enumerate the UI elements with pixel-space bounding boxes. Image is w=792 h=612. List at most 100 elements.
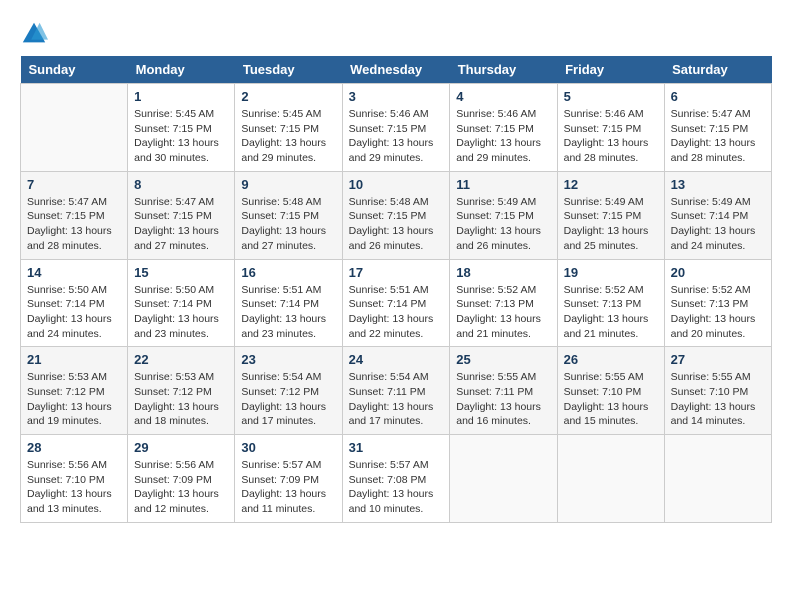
daylight-text: Daylight: 13 hours and 19 minutes. — [27, 400, 121, 429]
day-number: 9 — [241, 177, 335, 192]
sunset-text: Sunset: 7:11 PM — [456, 385, 550, 400]
sunrise-text: Sunrise: 5:50 AM — [134, 283, 228, 298]
sunset-text: Sunset: 7:14 PM — [27, 297, 121, 312]
calendar-cell: 13Sunrise: 5:49 AMSunset: 7:14 PMDayligh… — [664, 171, 771, 259]
day-number: 13 — [671, 177, 765, 192]
sunrise-text: Sunrise: 5:53 AM — [27, 370, 121, 385]
calendar-cell: 29Sunrise: 5:56 AMSunset: 7:09 PMDayligh… — [128, 435, 235, 523]
day-number: 16 — [241, 265, 335, 280]
calendar-cell: 1Sunrise: 5:45 AMSunset: 7:15 PMDaylight… — [128, 84, 235, 172]
calendar-table: SundayMondayTuesdayWednesdayThursdayFrid… — [20, 56, 772, 523]
sunrise-text: Sunrise: 5:47 AM — [27, 195, 121, 210]
sunset-text: Sunset: 7:15 PM — [456, 122, 550, 137]
day-info: Sunrise: 5:51 AMSunset: 7:14 PMDaylight:… — [349, 283, 444, 342]
sunset-text: Sunset: 7:14 PM — [671, 209, 765, 224]
calendar-cell: 7 Sunrise: 5:47 AMSunset: 7:15 PMDaylight… — [21, 171, 128, 259]
day-number: 12 — [564, 177, 658, 192]
calendar-cell: 19Sunrise: 5:52 AMSunset: 7:13 PMDayligh… — [557, 259, 664, 347]
sunset-text: Sunset: 7:12 PM — [241, 385, 335, 400]
daylight-text: Daylight: 13 hours and 14 minutes. — [671, 400, 765, 429]
sunset-text: Sunset: 7:15 PM — [671, 122, 765, 137]
day-info: Sunrise: 5:50 AMSunset: 7:14 PMDaylight:… — [27, 283, 121, 342]
calendar-cell: 14Sunrise: 5:50 AMSunset: 7:14 PMDayligh… — [21, 259, 128, 347]
daylight-text: Daylight: 13 hours and 29 minutes. — [349, 136, 444, 165]
day-number: 6 — [671, 89, 765, 104]
sunrise-text: Sunrise: 5:55 AM — [671, 370, 765, 385]
day-number: 22 — [134, 352, 228, 367]
calendar-cell: 30Sunrise: 5:57 AMSunset: 7:09 PMDayligh… — [235, 435, 342, 523]
day-info: Sunrise: 5:47 AMSunset: 7:15 PMDaylight:… — [27, 195, 121, 254]
sunset-text: Sunset: 7:13 PM — [671, 297, 765, 312]
daylight-text: Daylight: 13 hours and 30 minutes. — [134, 136, 228, 165]
sunset-text: Sunset: 7:08 PM — [349, 473, 444, 488]
calendar-cell: 17Sunrise: 5:51 AMSunset: 7:14 PMDayligh… — [342, 259, 450, 347]
sunset-text: Sunset: 7:12 PM — [27, 385, 121, 400]
sunrise-text: Sunrise: 5:48 AM — [241, 195, 335, 210]
day-info: Sunrise: 5:47 AMSunset: 7:15 PMDaylight:… — [671, 107, 765, 166]
sunrise-text: Sunrise: 5:49 AM — [564, 195, 658, 210]
day-info: Sunrise: 5:57 AMSunset: 7:09 PMDaylight:… — [241, 458, 335, 517]
day-info: Sunrise: 5:45 AMSunset: 7:15 PMDaylight:… — [134, 107, 228, 166]
sunrise-text: Sunrise: 5:47 AM — [134, 195, 228, 210]
day-info: Sunrise: 5:48 AMSunset: 7:15 PMDaylight:… — [241, 195, 335, 254]
calendar-cell — [664, 435, 771, 523]
daylight-text: Daylight: 13 hours and 21 minutes. — [564, 312, 658, 341]
weekday-header-sunday: Sunday — [21, 56, 128, 84]
day-info: Sunrise: 5:46 AMSunset: 7:15 PMDaylight:… — [564, 107, 658, 166]
day-number: 27 — [671, 352, 765, 367]
day-number: 26 — [564, 352, 658, 367]
weekday-header-wednesday: Wednesday — [342, 56, 450, 84]
day-info: Sunrise: 5:57 AMSunset: 7:08 PMDaylight:… — [349, 458, 444, 517]
sunrise-text: Sunrise: 5:54 AM — [349, 370, 444, 385]
day-info: Sunrise: 5:46 AMSunset: 7:15 PMDaylight:… — [456, 107, 550, 166]
day-number: 28 — [27, 440, 121, 455]
day-number: 7 — [27, 177, 121, 192]
calendar-cell: 18Sunrise: 5:52 AMSunset: 7:13 PMDayligh… — [450, 259, 557, 347]
day-number: 5 — [564, 89, 658, 104]
daylight-text: Daylight: 13 hours and 29 minutes. — [241, 136, 335, 165]
calendar-cell: 12Sunrise: 5:49 AMSunset: 7:15 PMDayligh… — [557, 171, 664, 259]
sunrise-text: Sunrise: 5:46 AM — [564, 107, 658, 122]
calendar-cell: 27Sunrise: 5:55 AMSunset: 7:10 PMDayligh… — [664, 347, 771, 435]
sunrise-text: Sunrise: 5:56 AM — [134, 458, 228, 473]
day-number: 11 — [456, 177, 550, 192]
daylight-text: Daylight: 13 hours and 16 minutes. — [456, 400, 550, 429]
sunrise-text: Sunrise: 5:50 AM — [27, 283, 121, 298]
day-info: Sunrise: 5:56 AMSunset: 7:10 PMDaylight:… — [27, 458, 121, 517]
sunrise-text: Sunrise: 5:52 AM — [671, 283, 765, 298]
week-row-5: 28 Sunrise: 5:56 AMSunset: 7:10 PMDayligh… — [21, 435, 772, 523]
logo-icon — [20, 20, 48, 48]
day-info: Sunrise: 5:50 AMSunset: 7:14 PMDaylight:… — [134, 283, 228, 342]
sunset-text: Sunset: 7:15 PM — [134, 209, 228, 224]
day-number: 20 — [671, 265, 765, 280]
sunset-text: Sunset: 7:15 PM — [134, 122, 228, 137]
day-info: Sunrise: 5:52 AMSunset: 7:13 PMDaylight:… — [671, 283, 765, 342]
day-number: 4 — [456, 89, 550, 104]
calendar-cell — [557, 435, 664, 523]
day-number: 23 — [241, 352, 335, 367]
day-info: Sunrise: 5:45 AMSunset: 7:15 PMDaylight:… — [241, 107, 335, 166]
day-number: 3 — [349, 89, 444, 104]
sunrise-text: Sunrise: 5:56 AM — [27, 458, 121, 473]
day-number: 21 — [27, 352, 121, 367]
sunset-text: Sunset: 7:15 PM — [564, 122, 658, 137]
sunrise-text: Sunrise: 5:45 AM — [134, 107, 228, 122]
sunrise-text: Sunrise: 5:51 AM — [241, 283, 335, 298]
week-row-1: 1Sunrise: 5:45 AMSunset: 7:15 PMDaylight… — [21, 84, 772, 172]
daylight-text: Daylight: 13 hours and 13 minutes. — [27, 487, 121, 516]
day-info: Sunrise: 5:47 AMSunset: 7:15 PMDaylight:… — [134, 195, 228, 254]
week-row-2: 7 Sunrise: 5:47 AMSunset: 7:15 PMDaylight… — [21, 171, 772, 259]
calendar-cell: 4 Sunrise: 5:46 AMSunset: 7:15 PMDaylight… — [450, 84, 557, 172]
calendar-cell: 2 Sunrise: 5:45 AMSunset: 7:15 PMDaylight… — [235, 84, 342, 172]
sunrise-text: Sunrise: 5:49 AM — [456, 195, 550, 210]
sunrise-text: Sunrise: 5:51 AM — [349, 283, 444, 298]
sunrise-text: Sunrise: 5:48 AM — [349, 195, 444, 210]
day-number: 29 — [134, 440, 228, 455]
day-number: 2 — [241, 89, 335, 104]
daylight-text: Daylight: 13 hours and 10 minutes. — [349, 487, 444, 516]
sunset-text: Sunset: 7:13 PM — [564, 297, 658, 312]
day-info: Sunrise: 5:52 AMSunset: 7:13 PMDaylight:… — [456, 283, 550, 342]
daylight-text: Daylight: 13 hours and 28 minutes. — [671, 136, 765, 165]
sunrise-text: Sunrise: 5:52 AM — [456, 283, 550, 298]
sunrise-text: Sunrise: 5:49 AM — [671, 195, 765, 210]
